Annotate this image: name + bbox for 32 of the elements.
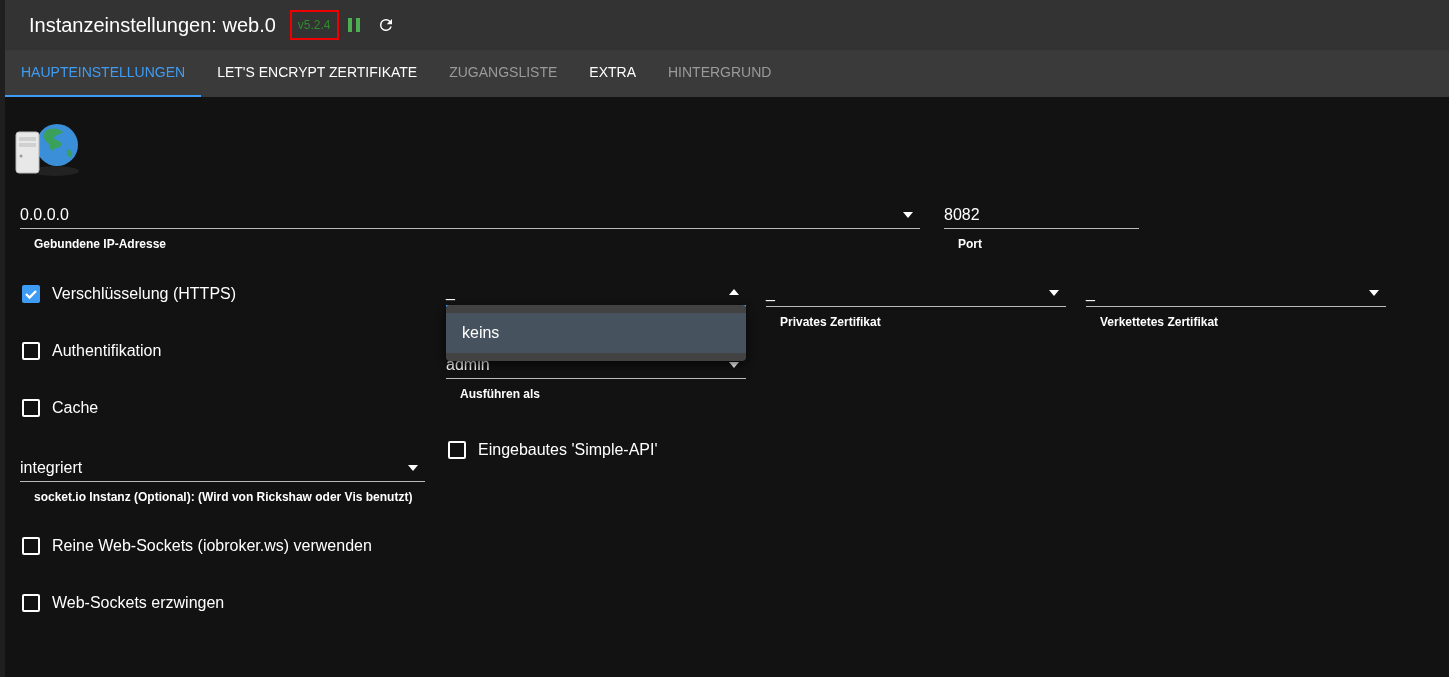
checkbox[interactable]: Verschlüsselung (HTTPS) bbox=[20, 277, 425, 311]
port-field[interactable]: 8082 bbox=[944, 201, 1139, 229]
select-field[interactable]: _ bbox=[1086, 279, 1386, 307]
field-label: Ausführen als bbox=[459, 386, 541, 403]
caret-up-icon bbox=[728, 288, 740, 296]
tab[interactable]: EXTRA bbox=[573, 50, 652, 97]
select-field[interactable]: integriert bbox=[20, 454, 425, 482]
checkbox[interactable]: Eingebautes 'Simple-API' bbox=[446, 433, 660, 467]
select-field[interactable]: _ bbox=[766, 279, 1066, 307]
field-label: Verkettetes Zertifikat bbox=[1099, 314, 1220, 331]
tab[interactable]: HAUPTEINSTELLUNGEN bbox=[5, 50, 202, 97]
version-label: v5.2.4 bbox=[289, 10, 339, 40]
field-label: Gebundene IP-Adresse bbox=[33, 236, 168, 253]
caret-down-icon bbox=[902, 210, 914, 219]
select-field[interactable]: admin bbox=[446, 351, 746, 379]
caret-down-icon bbox=[1048, 288, 1060, 297]
field-label: Port bbox=[957, 236, 983, 253]
checkbox[interactable]: Reine Web-Sockets (iobroker.ws) verwenden bbox=[20, 529, 425, 563]
pause-icon[interactable] bbox=[346, 17, 361, 33]
caret-down-icon bbox=[407, 463, 419, 472]
tab[interactable]: LET'S ENCRYPT ZERTIFIKATE bbox=[201, 50, 434, 97]
select-field[interactable]: 0.0.0.0 bbox=[20, 201, 920, 229]
menu-item[interactable]: keins bbox=[446, 313, 746, 353]
window-title: Instanzeinstellungen: web.0 bbox=[29, 13, 276, 38]
field-label: Privates Zertifikat bbox=[779, 314, 882, 331]
field-label: socket.io Instanz (Optional): (Wird von Rickshaw oder Vis benutzt) bbox=[33, 489, 414, 506]
server-globe-icon bbox=[15, 121, 81, 177]
checkbox[interactable]: Cache bbox=[20, 391, 425, 425]
check-icon bbox=[24, 287, 38, 301]
checkbox[interactable]: Authentifikation bbox=[20, 334, 425, 368]
caret-down-icon bbox=[1368, 288, 1380, 297]
checkbox[interactable]: Web-Sockets erzwingen bbox=[20, 586, 425, 620]
